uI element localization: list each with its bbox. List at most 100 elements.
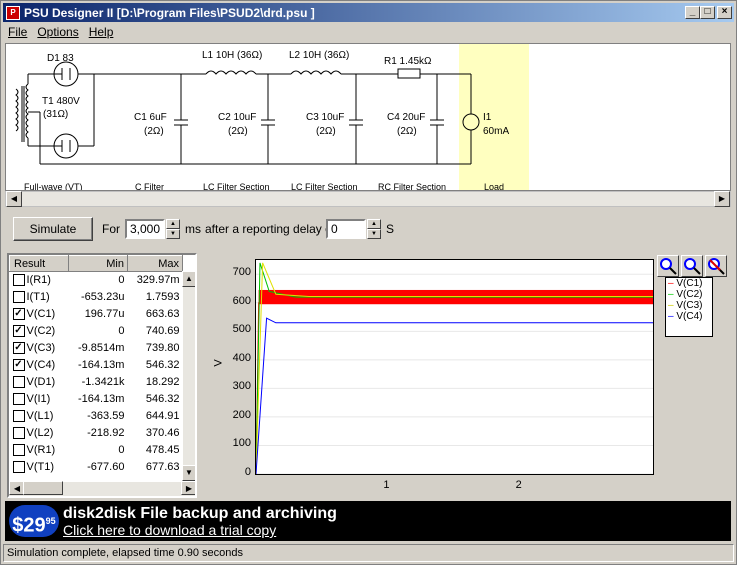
legend-item: – V(C1)	[668, 278, 703, 289]
result-checkbox[interactable]: ✓	[12, 342, 25, 355]
result-min: -164.13m	[77, 359, 125, 371]
result-checkbox[interactable]	[12, 291, 25, 304]
svg-text:D1 83: D1 83	[47, 53, 74, 64]
scroll-down-button[interactable]: ▼	[182, 465, 195, 481]
result-name: V(R1)	[10, 442, 69, 459]
result-checkbox[interactable]	[12, 427, 25, 440]
delay-spinner[interactable]: ▲ ▼	[367, 219, 381, 239]
svg-text:60mA: 60mA	[483, 126, 509, 137]
simulation-controls: Simulate For 3,000 ▲ ▼ ms after a reporti…	[5, 211, 731, 247]
result-name: V(I1)	[10, 391, 69, 408]
table-row[interactable]: V(T1) -677.60 677.63	[10, 459, 183, 476]
zoom-out-button[interactable]	[681, 255, 703, 277]
result-checkbox[interactable]: ✓	[12, 359, 25, 372]
ad-download-link[interactable]: Click here to download a trial copy	[63, 522, 276, 538]
table-row[interactable]: V(I1) -164.13m 546.32	[10, 391, 183, 408]
result-checkbox[interactable]	[12, 410, 25, 423]
result-max: 478.45	[145, 444, 180, 456]
main-window: P PSU Designer II [D:\Program Files\PSUD…	[0, 0, 737, 565]
result-checkbox[interactable]	[12, 444, 25, 457]
table-row[interactable]: I(T1) -653.23u 1.7593	[10, 289, 183, 306]
duration-input[interactable]: 3,000	[125, 219, 165, 239]
x-tick-label: 1	[383, 479, 390, 491]
result-max: 18.292	[145, 376, 180, 388]
delay-input[interactable]: 0	[326, 219, 366, 239]
simulate-button[interactable]: Simulate	[13, 217, 93, 241]
delay-label: after a reporting delay of	[205, 222, 336, 236]
table-row[interactable]: V(L1) -363.59 644.91	[10, 408, 183, 425]
result-max: 370.46	[145, 427, 180, 439]
legend-item: – V(C3)	[668, 300, 703, 311]
table-row[interactable]: ✓ V(C1) 196.77u 663.63	[10, 306, 183, 323]
results-scroll-right[interactable]: ▶	[181, 481, 195, 495]
result-min: 0	[118, 325, 125, 337]
result-checkbox[interactable]	[12, 461, 25, 474]
result-min: 196.77u	[84, 308, 125, 320]
svg-text:(31Ω): (31Ω)	[43, 109, 68, 120]
result-name: V(D1)	[10, 374, 69, 391]
result-checkbox[interactable]	[12, 274, 25, 287]
maximize-button[interactable]: □	[700, 6, 715, 19]
result-name: ✓ V(C2)	[12, 324, 56, 338]
results-scroll-thumb[interactable]	[23, 481, 63, 495]
result-checkbox[interactable]: ✓	[12, 325, 25, 338]
table-row[interactable]: ✓ V(C2) 0 740.69	[10, 323, 183, 340]
scroll-up-button[interactable]: ▲	[182, 271, 195, 287]
zoom-reset-button[interactable]	[705, 255, 727, 277]
table-row[interactable]: V(L2) -218.92 370.46	[10, 425, 183, 442]
result-min: -653.23u	[81, 291, 125, 303]
y-tick-label: 200	[232, 408, 251, 421]
circuit-diagram[interactable]: D1 83 T1 480V (31Ω) L1 10H (36Ω) L2 10H …	[5, 43, 731, 191]
x-tick-label: 2	[515, 479, 522, 491]
minimize-button[interactable]: _	[685, 6, 700, 19]
y-tick-label: 100	[232, 437, 251, 450]
results-horizontal-scrollbar[interactable]: ◀ ▶	[9, 481, 195, 496]
header-min[interactable]: Min	[67, 255, 128, 272]
result-checkbox[interactable]: ✓	[12, 308, 25, 321]
chart-svg	[255, 262, 653, 475]
menu-options[interactable]: Options	[32, 25, 83, 39]
svg-text:T1 480V: T1 480V	[42, 96, 80, 107]
result-max: 677.63	[145, 461, 180, 473]
header-result[interactable]: Result	[9, 255, 69, 272]
close-button[interactable]: ×	[717, 6, 732, 19]
svg-text:(2Ω): (2Ω)	[228, 126, 248, 137]
results-table[interactable]: Result Min Max I(R1) 0 329.97m I(T1) -653…	[7, 253, 197, 498]
svg-text:I1: I1	[483, 112, 492, 123]
table-row[interactable]: V(R1) 0 478.45	[10, 442, 183, 459]
result-min: -363.59	[87, 410, 125, 422]
svg-text:Full-wave (VT): Full-wave (VT)	[24, 182, 83, 191]
result-min: -218.92	[87, 427, 125, 439]
svg-text:(2Ω): (2Ω)	[144, 126, 164, 137]
result-name: I(T1)	[10, 289, 69, 306]
svg-text:(2Ω): (2Ω)	[316, 126, 336, 137]
result-checkbox[interactable]	[12, 376, 25, 389]
header-max[interactable]: Max	[126, 255, 184, 272]
table-row[interactable]: V(D1) -1.3421k 18.292	[10, 374, 183, 391]
circuit-horizontal-scrollbar[interactable]: ◀ ▶	[5, 191, 731, 207]
table-row[interactable]: I(R1) 0 329.97m	[10, 272, 183, 289]
ad-banner[interactable]: $2995 disk2disk File backup and archivin…	[5, 501, 731, 541]
graph-panel: 700 600 500 400 300 200 100 0 1 2 V	[201, 253, 731, 498]
result-checkbox[interactable]	[12, 393, 25, 406]
zoom-in-button[interactable]	[657, 255, 679, 277]
table-row[interactable]: ✓ V(C3) -9.8514m 739.80	[10, 340, 183, 357]
result-max: 546.32	[145, 359, 180, 371]
svg-text:LC Filter Section: LC Filter Section	[291, 182, 358, 191]
menu-bar: File Options Help	[3, 23, 118, 41]
menu-file[interactable]: File	[3, 25, 32, 39]
svg-text:Load: Load	[484, 182, 504, 191]
table-row[interactable]: ✓ V(C4) -164.13m 546.32	[10, 357, 183, 374]
svg-text:C Filter: C Filter	[135, 182, 164, 191]
scroll-right-button[interactable]: ▶	[714, 191, 730, 207]
scroll-left-button[interactable]: ◀	[6, 191, 22, 207]
duration-spinner[interactable]: ▲ ▼	[166, 219, 180, 239]
plot-area[interactable]	[255, 259, 654, 475]
menu-help[interactable]: Help	[84, 25, 119, 39]
result-max: 740.69	[145, 325, 180, 337]
result-max: 739.80	[145, 342, 180, 354]
results-vertical-scrollbar[interactable]: ▲ ▼	[182, 271, 195, 481]
result-min: 0	[118, 274, 125, 287]
y-tick-label: 700	[232, 266, 251, 279]
price-badge: $2995	[9, 505, 59, 537]
